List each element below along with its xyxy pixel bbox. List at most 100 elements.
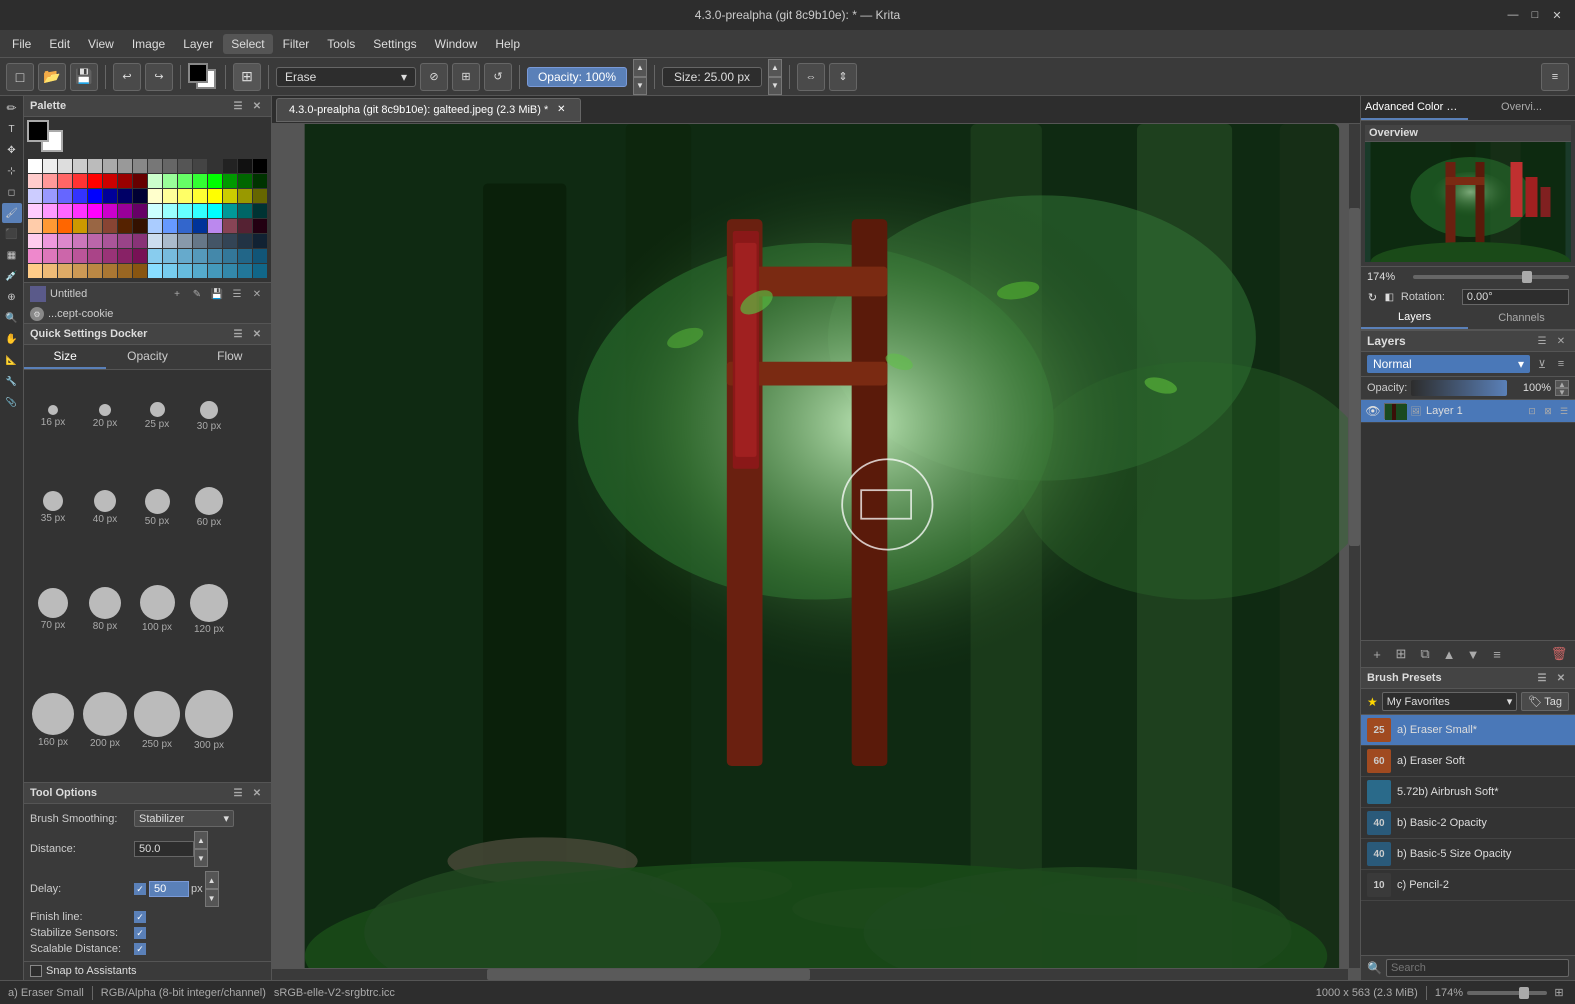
window-controls[interactable]: — □ ✕ [1505,7,1565,23]
brush-size-item-15[interactable]: 300 px [186,690,232,751]
to-close-button[interactable]: ✕ [249,786,265,800]
layers-opacity-slider[interactable] [1411,380,1507,396]
color-cell-112[interactable] [28,264,42,278]
color-cell-27[interactable] [193,174,207,188]
bp-menu-button[interactable]: ☰ [1534,671,1550,685]
color-cell-64[interactable] [28,219,42,233]
palette-edit-button[interactable]: ✎ [189,286,205,302]
menu-filter[interactable]: Filter [275,34,318,54]
color-cell-87[interactable] [133,234,147,248]
color-cell-110[interactable] [238,249,252,263]
layer-1-action-1[interactable]: ⊡ [1525,404,1539,418]
color-cell-113[interactable] [43,264,57,278]
color-cell-36[interactable] [88,189,102,203]
brush-size-item-12[interactable]: 160 px [30,693,76,748]
size-down-button[interactable]: ▼ [768,77,782,95]
color-cell-89[interactable] [163,234,177,248]
brush-preset-item-5[interactable]: 10c) Pencil-2 [1361,870,1575,901]
layer-icon[interactable]: ◧ [1384,289,1395,305]
distance-value[interactable]: 50.0 [134,841,194,857]
color-cell-71[interactable] [133,219,147,233]
brush-search-input[interactable] [1386,959,1569,977]
brush-size-item-1[interactable]: 20 px [82,404,128,429]
color-cell-51[interactable] [73,204,87,218]
color-cell-105[interactable] [163,249,177,263]
color-cell-6[interactable] [118,159,132,173]
menu-settings[interactable]: Settings [365,34,424,54]
color-cell-10[interactable] [178,159,192,173]
palette-save-button[interactable]: 💾 [209,286,225,302]
canvas-tab-close-button[interactable]: ✕ [554,103,568,117]
add-layer-button[interactable]: + [1367,644,1387,664]
color-cell-57[interactable] [163,204,177,218]
color-cell-93[interactable] [223,234,237,248]
brush-preset-item-0[interactable]: 25a) Eraser Small* [1361,715,1575,746]
color-cell-107[interactable] [193,249,207,263]
favorites-select[interactable]: My Favorites ▾ [1382,692,1518,711]
brush-size-item-14[interactable]: 250 px [134,691,180,750]
brush-preset-item-2[interactable]: 5.72b) Airbrush Soft* [1361,777,1575,808]
qsd-tab-opacity[interactable]: Opacity [106,345,188,369]
tool-eyedropper-button[interactable]: 💉 [2,266,22,286]
color-cell-111[interactable] [253,249,267,263]
color-cell-7[interactable] [133,159,147,173]
brush-size-item-10[interactable]: 100 px [134,585,180,633]
menu-view[interactable]: View [80,34,122,54]
brush-refresh-button[interactable]: ↺ [484,63,512,91]
menu-window[interactable]: Window [427,34,486,54]
color-cell-33[interactable] [43,189,57,203]
qsd-tab-flow[interactable]: Flow [189,345,271,369]
opacity-control[interactable]: Opacity: 100% [527,67,627,87]
distance-up-button[interactable]: ▲ [194,831,208,849]
brush-size-item-7[interactable]: 60 px [186,487,232,528]
color-cell-25[interactable] [163,174,177,188]
delay-up-button[interactable]: ▲ [205,871,219,889]
color-cell-109[interactable] [223,249,237,263]
color-cell-123[interactable] [193,264,207,278]
palette-close-button[interactable]: ✕ [249,99,265,113]
rp-tab-color[interactable]: Advanced Color Selec... [1361,96,1468,120]
blend-icon-more[interactable]: ≡ [1553,356,1569,372]
bp-close-button[interactable]: ✕ [1553,671,1569,685]
brush-size-item-4[interactable]: 35 px [30,491,76,524]
canvas-tab[interactable]: 4.3.0-prealpha (git 8c9b10e): galteed.jp… [276,98,581,122]
color-cell-104[interactable] [148,249,162,263]
color-cell-8[interactable] [148,159,162,173]
color-cell-9[interactable] [163,159,177,173]
color-cell-48[interactable] [28,204,42,218]
layers-menu-button[interactable]: ☰ [1534,334,1550,348]
status-zoom-slider[interactable] [1467,991,1547,995]
color-cell-125[interactable] [223,264,237,278]
distance-down-button[interactable]: ▼ [194,849,208,867]
color-cell-82[interactable] [58,234,72,248]
color-cell-80[interactable] [28,234,42,248]
menu-tools[interactable]: Tools [319,34,363,54]
tool-assistant-button[interactable]: 🔧 [2,371,22,391]
color-cell-22[interactable] [118,174,132,188]
color-cell-97[interactable] [43,249,57,263]
tool-pan-button[interactable]: ✋ [2,329,22,349]
color-cell-96[interactable] [28,249,42,263]
color-cell-52[interactable] [88,204,102,218]
color-cell-15[interactable] [253,159,267,173]
color-cell-18[interactable] [58,174,72,188]
color-cell-79[interactable] [253,219,267,233]
erase-reset-button[interactable]: ⊘ [420,63,448,91]
layer-up-button[interactable]: ▲ [1439,644,1459,664]
tool-brush-button[interactable]: 🖌 [2,203,22,223]
fullscreen-button[interactable]: ⊞ [1551,985,1567,1001]
color-cell-45[interactable] [223,189,237,203]
color-cell-11[interactable] [193,159,207,173]
brush-preset-item-4[interactable]: 40b) Basic-5 Size Opacity [1361,839,1575,870]
tag-button[interactable]: 🏷 Tag [1521,692,1569,711]
brush-name-selector[interactable]: Erase ▾ [276,67,416,87]
color-cell-106[interactable] [178,249,192,263]
layer-1-action-2[interactable]: ⊠ [1541,404,1555,418]
color-cell-83[interactable] [73,234,87,248]
color-cell-34[interactable] [58,189,72,203]
brush-preset-item-1[interactable]: 60a) Eraser Soft [1361,746,1575,777]
color-cell-126[interactable] [238,264,252,278]
palette-remove-button[interactable]: ✕ [249,286,265,302]
color-cell-108[interactable] [208,249,222,263]
color-cell-35[interactable] [73,189,87,203]
